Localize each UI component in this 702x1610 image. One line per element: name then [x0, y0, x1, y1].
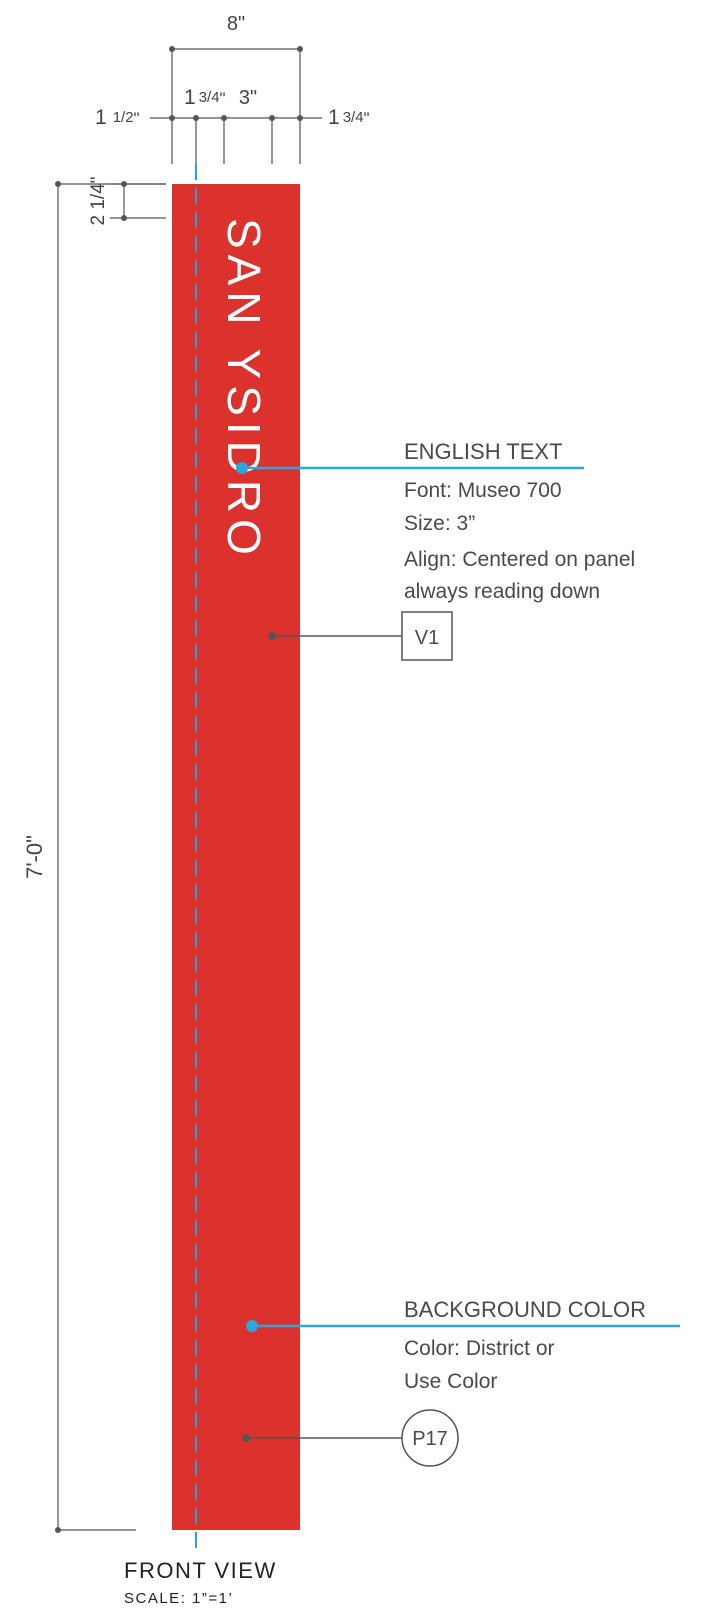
dimension-tick: [169, 46, 175, 52]
scale-note: SCALE: 1”=1’: [124, 1590, 233, 1607]
english-text-leader-dot: [236, 462, 248, 474]
p17-leader-dot: [242, 1434, 250, 1442]
view-title: FRONT VIEW: [124, 1558, 277, 1583]
english-text-heading: ENGLISH TEXT: [404, 439, 563, 464]
english-text-line: Align: Centered on panel: [404, 548, 635, 571]
english-text-line: Font: Museo 700: [404, 479, 562, 502]
segment-c-label: 3": [239, 87, 257, 109]
sign-elevation-drawing: 8" 11/2" 13/4" 3" 13/4" 2 1/4" 7'-0": [22, 13, 680, 1607]
background-color-line: Color: District or: [404, 1337, 555, 1360]
segment-dimension-line: [150, 117, 322, 164]
overall-height-dimension: [57, 183, 166, 1531]
v1-leader-dot: [268, 632, 276, 640]
dimension-tick: [55, 1527, 61, 1533]
overall-width-label: 8": [227, 13, 245, 35]
overall-height-label: 7'-0": [22, 835, 47, 879]
sign-text: SAN YSIDRO: [218, 218, 270, 561]
background-color-line: Use Color: [404, 1370, 497, 1393]
dimension-tick: [121, 215, 127, 221]
top-margin-dimension: [110, 183, 166, 219]
background-color-heading: BACKGROUND COLOR: [404, 1297, 646, 1322]
segment-d-label: 1 3/4": [328, 106, 370, 129]
segment-a-label: 1 1/2": [95, 106, 140, 129]
background-color-leader-dot: [246, 1320, 258, 1332]
segment-b-label: 1 3/4": [184, 86, 226, 109]
dimension-tick: [55, 181, 61, 187]
english-text-line: always reading down: [404, 580, 600, 603]
dimension-tick: [297, 46, 303, 52]
english-text-line: Size: 3”: [404, 512, 475, 535]
p17-tag-label: P17: [412, 1428, 448, 1450]
v1-tag-label: V1: [415, 627, 439, 649]
